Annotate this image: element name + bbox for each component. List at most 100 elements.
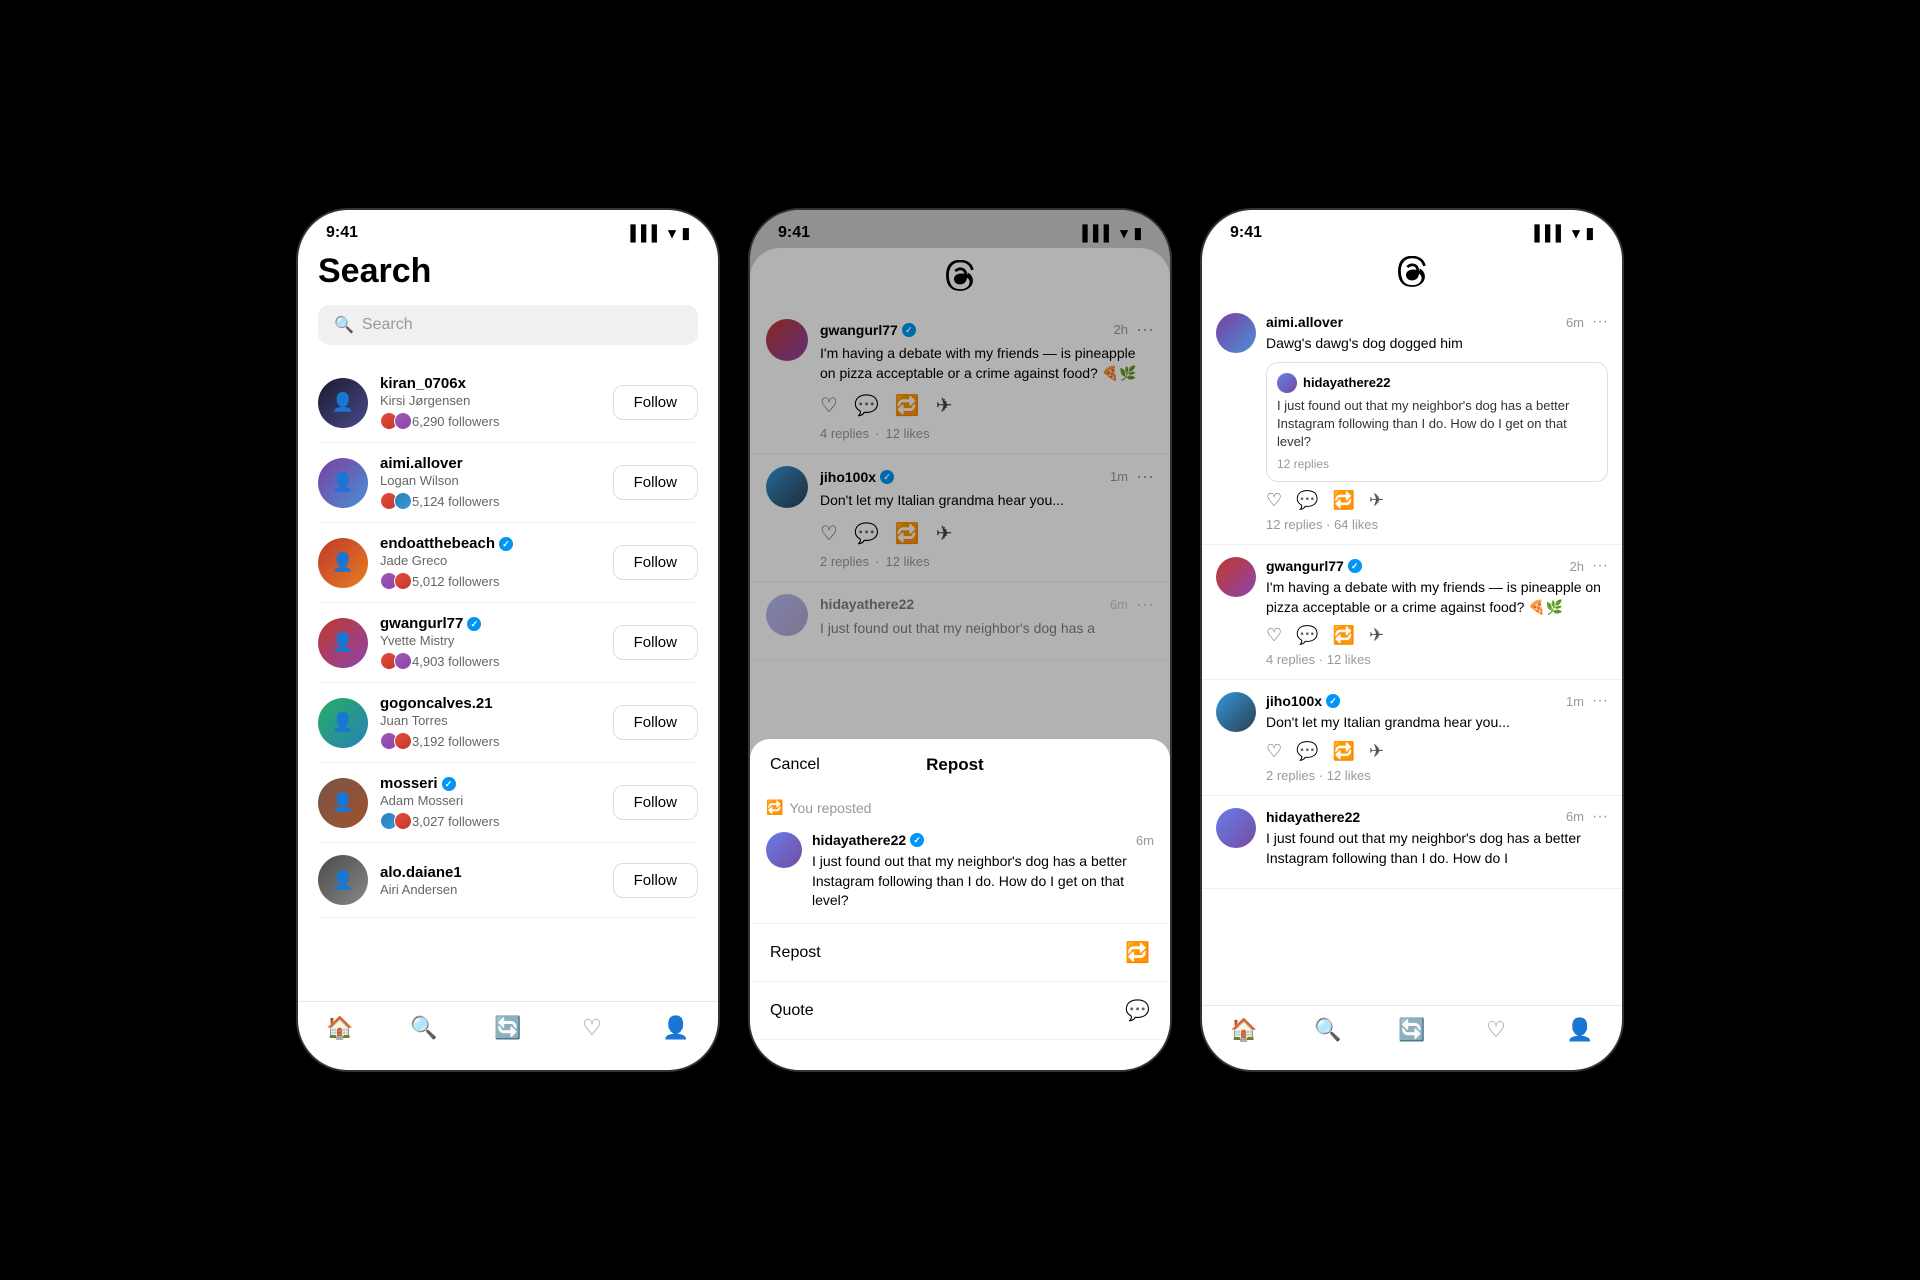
follower-avatar: [394, 812, 412, 830]
reposted-indicator: 🔁 You reposted: [750, 791, 1170, 824]
follower-avatars: [380, 652, 408, 670]
nav-compose-icon[interactable]: 🔄: [1398, 1016, 1426, 1044]
sheet-post-preview: hidayathere22 ✓ 6m I just found out that…: [750, 824, 1170, 924]
more-options-button[interactable]: ···: [1592, 692, 1608, 710]
avatar: 👤: [318, 378, 368, 428]
nav-profile-icon[interactable]: 👤: [662, 1014, 690, 1042]
list-item: 👤 gogoncalves.21 Juan Torres 3,192 follo…: [318, 683, 698, 763]
home-header-right: 6m ···: [1566, 808, 1608, 826]
follow-button[interactable]: Follow: [613, 785, 698, 820]
quoted-header: hidayathere22: [1277, 373, 1597, 393]
repost-button[interactable]: 🔁: [1333, 625, 1355, 646]
home-username: hidayathere22: [1266, 809, 1360, 825]
list-item: 👤 aimi.allover Logan Wilson 5,124 follow…: [318, 443, 698, 523]
like-button[interactable]: ♡: [1266, 741, 1282, 762]
more-options-button[interactable]: ···: [1592, 313, 1608, 331]
repost-button[interactable]: 🔁: [1333, 741, 1355, 762]
nav-search-icon[interactable]: 🔍: [1314, 1016, 1342, 1044]
wifi-icon: ▾: [1572, 224, 1580, 242]
sheet-post-avatar: [766, 832, 802, 868]
share-button[interactable]: ✈: [1369, 490, 1384, 511]
home-header: aimi.allover 6m ···: [1266, 313, 1608, 331]
nav-likes-icon[interactable]: ♡: [1482, 1016, 1510, 1044]
quoted-avatar: [1277, 373, 1297, 393]
comment-button[interactable]: 💬: [1296, 741, 1318, 762]
follow-button[interactable]: Follow: [613, 625, 698, 660]
status-time-1: 9:41: [326, 224, 358, 242]
home-username: gwangurl77 ✓: [1266, 558, 1362, 574]
nav-profile-icon[interactable]: 👤: [1566, 1016, 1594, 1044]
quote-action-button[interactable]: Quote 💬: [750, 982, 1170, 1040]
repost-button[interactable]: 🔁: [1333, 490, 1355, 511]
username: gwangurl77 ✓: [380, 615, 601, 632]
home-time: 2h: [1570, 559, 1584, 574]
more-options-button[interactable]: ···: [1592, 557, 1608, 575]
nav-home-icon[interactable]: 🏠: [1230, 1016, 1258, 1044]
search-bar[interactable]: 🔍 Search: [318, 305, 698, 345]
sheet-title: Repost: [926, 755, 984, 775]
nav-search-icon[interactable]: 🔍: [410, 1014, 438, 1042]
home-thread-item: aimi.allover 6m ··· Dawg's dawg's dog do…: [1202, 301, 1622, 545]
nav-home-icon[interactable]: 🏠: [326, 1014, 354, 1042]
status-icons-3: ▌▌▌ ▾ ▮: [1534, 224, 1594, 242]
comment-button[interactable]: 💬: [1296, 490, 1318, 511]
comment-button[interactable]: 💬: [1296, 625, 1318, 646]
bottom-nav: 🏠 🔍 🔄 ♡ 👤: [298, 1001, 718, 1070]
repost-icon: 🔁: [1125, 940, 1150, 965]
phone3-content: aimi.allover 6m ··· Dawg's dawg's dog do…: [1202, 248, 1622, 1070]
cancel-button[interactable]: Cancel: [770, 756, 820, 774]
home-username: jiho100x ✓: [1266, 693, 1340, 709]
user-info: alo.daiane1 Airi Andersen: [380, 864, 601, 897]
list-item: 👤 endoatthebeach ✓ Jade Greco 5: [318, 523, 698, 603]
home-meta: 2 replies · 12 likes: [1266, 768, 1608, 783]
share-button[interactable]: ✈: [1369, 741, 1384, 762]
username: mosseri ✓: [380, 775, 601, 792]
follow-button[interactable]: Follow: [613, 705, 698, 740]
user-info: endoatthebeach ✓ Jade Greco 5,012 follow…: [380, 535, 601, 590]
home-avatar: [1216, 808, 1256, 848]
home-time: 6m: [1566, 809, 1584, 824]
real-name: Logan Wilson: [380, 473, 601, 488]
follower-avatar: [394, 492, 412, 510]
username: kiran_0706x: [380, 375, 601, 392]
share-button[interactable]: ✈: [1369, 625, 1384, 646]
like-button[interactable]: ♡: [1266, 625, 1282, 646]
username: endoatthebeach ✓: [380, 535, 601, 552]
quoted-replies: 12 replies: [1277, 457, 1597, 471]
search-icon: 🔍: [334, 315, 354, 335]
repost-action-button[interactable]: Repost 🔁: [750, 924, 1170, 982]
real-name: Kirsi Jørgensen: [380, 393, 601, 408]
home-text: Dawg's dawg's dog dogged him: [1266, 334, 1608, 354]
avatar: 👤: [318, 458, 368, 508]
follow-button[interactable]: Follow: [613, 863, 698, 898]
follower-count: 3,192 followers: [380, 732, 601, 750]
like-button[interactable]: ♡: [1266, 490, 1282, 511]
follower-avatar: [394, 732, 412, 750]
nav-likes-icon[interactable]: ♡: [578, 1014, 606, 1042]
home-header: jiho100x ✓ 1m ···: [1266, 692, 1608, 710]
home-time: 6m: [1566, 315, 1584, 330]
username: aimi.allover: [380, 455, 601, 472]
phone-search: 9:41 ▌▌▌ ▾ ▮ Search 🔍 Search 👤 kiran_070…: [298, 210, 718, 1070]
follower-count: 4,903 followers: [380, 652, 601, 670]
more-options-button[interactable]: ···: [1592, 808, 1608, 826]
status-time-3: 9:41: [1230, 224, 1262, 242]
sheet-header: Cancel Repost: [750, 739, 1170, 791]
user-info: gogoncalves.21 Juan Torres 3,192 followe…: [380, 695, 601, 750]
verified-badge: ✓: [442, 777, 456, 791]
home-header: gwangurl77 ✓ 2h ···: [1266, 557, 1608, 575]
follow-button[interactable]: Follow: [613, 545, 698, 580]
home-time: 1m: [1566, 694, 1584, 709]
follow-button[interactable]: Follow: [613, 465, 698, 500]
home-text: I just found out that my neighbor's dog …: [1266, 829, 1608, 868]
real-name: Airi Andersen: [380, 882, 601, 897]
nav-compose-icon[interactable]: 🔄: [494, 1014, 522, 1042]
battery-icon: ▮: [1586, 224, 1594, 242]
verified-badge: ✓: [499, 537, 513, 551]
status-icons-1: ▌▌▌ ▾ ▮: [630, 224, 690, 242]
home-header-right: 6m ···: [1566, 313, 1608, 331]
repost-sheet: Cancel Repost 🔁 You reposted hidayathere…: [750, 739, 1170, 1070]
follow-button[interactable]: Follow: [613, 385, 698, 420]
phone1-content: Search 🔍 Search 👤 kiran_0706x Kirsi Jørg…: [298, 248, 718, 1070]
real-name: Jade Greco: [380, 553, 601, 568]
